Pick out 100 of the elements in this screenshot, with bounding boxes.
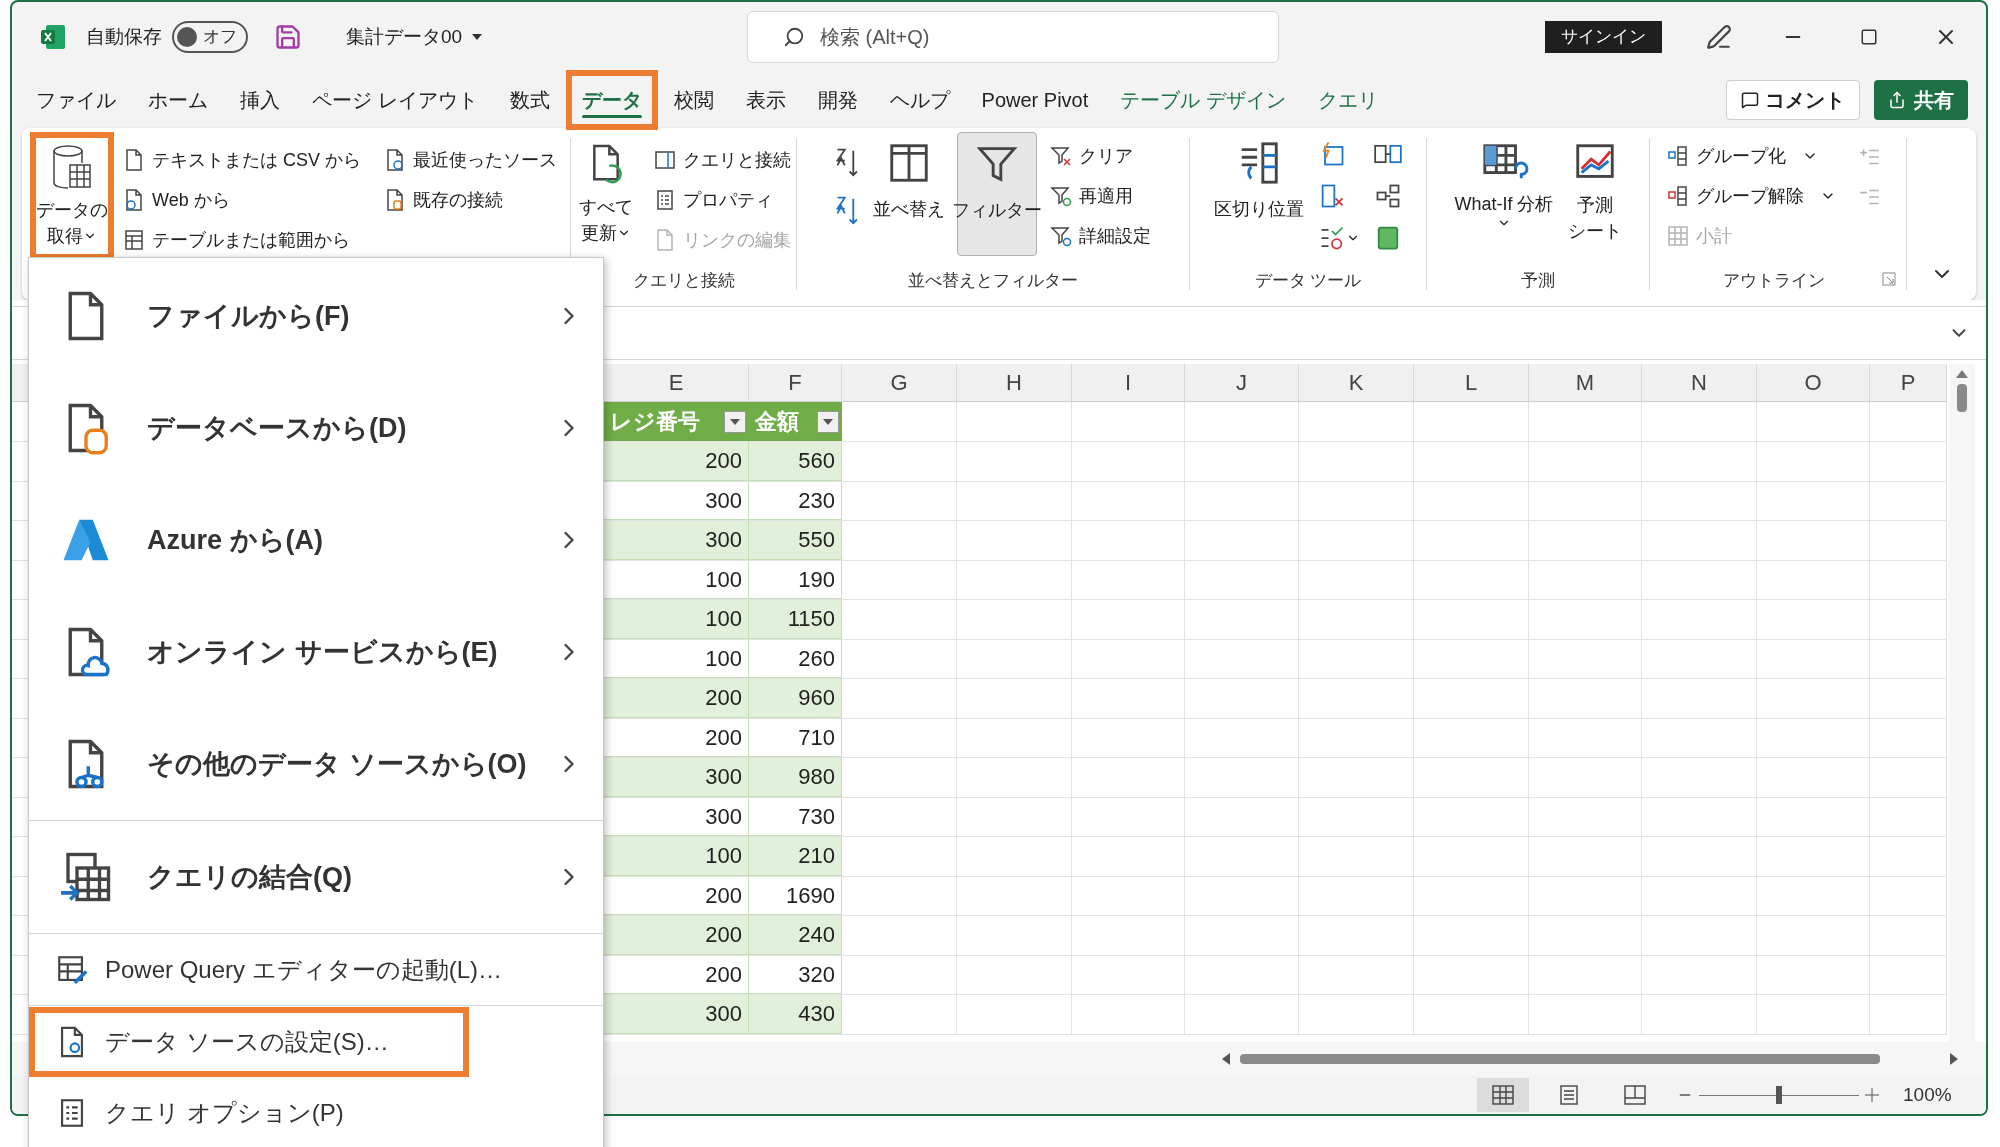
maximize-icon[interactable]	[1860, 28, 1878, 46]
refresh-all-button[interactable]: すべて 更新	[572, 132, 639, 256]
filter-dropdown-button[interactable]	[724, 410, 746, 433]
menu-item[interactable]: クエリの結合(Q)	[29, 821, 603, 933]
search-field[interactable]: 検索 (Alt+Q)	[747, 11, 1279, 63]
vertical-scrollbar[interactable]	[1949, 364, 1975, 1042]
menu-item[interactable]: ファイルから(F)	[29, 260, 603, 372]
ribbon-tab[interactable]: Power Pivot	[965, 70, 1105, 130]
menu-item[interactable]: Power Query エディターの起動(L)…	[29, 934, 603, 1005]
horizontal-scrollbar[interactable]	[1222, 1053, 1958, 1065]
table-cell: 100	[604, 837, 749, 876]
table-cell: 1150	[749, 600, 842, 639]
ribbon-command[interactable]: Web から	[118, 180, 365, 220]
scroll-thumb[interactable]	[1957, 384, 1967, 412]
column-header[interactable]: P	[1870, 364, 1947, 401]
pen-icon[interactable]	[1706, 24, 1732, 50]
table-header-cell: 金額	[749, 402, 842, 441]
ribbon-tab[interactable]: 数式	[493, 70, 566, 130]
column-header[interactable]: I	[1072, 364, 1185, 401]
ribbon-command[interactable]: グループ化	[1662, 136, 1840, 176]
menu-item[interactable]: オンライン サービスから(E)	[29, 596, 603, 708]
save-icon[interactable]	[274, 23, 302, 51]
ribbon-command[interactable]: 詳細設定	[1045, 216, 1155, 256]
menu-item[interactable]: クエリ オプション(P)	[29, 1078, 603, 1147]
column-header[interactable]: H	[957, 364, 1072, 401]
ribbon-tab[interactable]: テーブル デザイン	[1104, 70, 1302, 130]
column-header[interactable]: O	[1757, 364, 1870, 401]
ribbon-tab[interactable]: ホーム	[132, 70, 224, 130]
comment-button[interactable]: コメント	[1726, 80, 1860, 120]
ribbon-tab[interactable]: ヘルプ	[873, 70, 966, 130]
column-header[interactable]: M	[1529, 364, 1642, 401]
column-header[interactable]: J	[1185, 364, 1299, 401]
table-cell: 200	[604, 916, 749, 955]
group-label: クエリと接続	[632, 271, 735, 290]
table-cell: 300	[604, 797, 749, 836]
table-cell: 300	[604, 481, 749, 520]
column-header[interactable]: G	[842, 364, 957, 401]
sign-in-button[interactable]: サインイン	[1545, 21, 1662, 53]
what-if-analysis-button[interactable]: What-If 分析	[1454, 132, 1554, 256]
file-name-dropdown[interactable]: 集計データ00	[346, 22, 483, 52]
ribbon-command[interactable]: 再適用	[1045, 176, 1155, 216]
table-cell: 300	[604, 995, 749, 1034]
table-cell: 300	[604, 521, 749, 560]
autosave-toggle[interactable]: オフ	[172, 21, 248, 53]
ribbon-command[interactable]: クリア	[1045, 136, 1155, 176]
table-cell: 100	[604, 600, 749, 639]
table-cell: 710	[749, 718, 842, 757]
table-cell: 190	[749, 560, 842, 599]
table-cell: 240	[749, 916, 842, 955]
filter-dropdown-button[interactable]	[817, 410, 839, 433]
menu-item[interactable]: Azure から(A)	[29, 484, 603, 596]
ribbon-tab[interactable]: クエリ	[1301, 70, 1394, 130]
spreadsheet-logo-icon	[40, 24, 66, 50]
forecast-sheet-button[interactable]: 予測 シート	[1567, 132, 1622, 256]
ribbon-tab[interactable]: ファイル	[20, 70, 132, 130]
menu-item[interactable]: データ ソースの設定(S)…	[29, 1006, 469, 1077]
scroll-up-icon[interactable]	[1956, 370, 1968, 378]
table-cell: 200	[604, 955, 749, 994]
ribbon-tab[interactable]: 挿入	[224, 70, 296, 130]
scroll-right-icon[interactable]	[1950, 1053, 1958, 1065]
normal-view-icon[interactable]	[1477, 1078, 1529, 1112]
ribbon-tab[interactable]: 開発	[801, 70, 874, 130]
table-cell: 1690	[749, 876, 842, 915]
table-header-cell: レジ番号	[604, 402, 749, 441]
ribbon-command[interactable]: 既存の接続	[379, 180, 561, 220]
scroll-left-icon[interactable]	[1222, 1053, 1230, 1065]
ribbon-command[interactable]: 最近使ったソース	[379, 140, 561, 180]
share-icon	[1888, 91, 1906, 109]
column-header[interactable]: N	[1642, 364, 1757, 401]
sort-button[interactable]: 並べ替え	[869, 132, 949, 256]
ribbon-tab[interactable]: ページ レイアウト	[296, 70, 494, 130]
table-cell: 210	[749, 837, 842, 876]
group-icon	[1666, 144, 1690, 168]
column-header[interactable]: K	[1299, 364, 1414, 401]
table-cell: 100	[604, 639, 749, 678]
zoom-slider[interactable]	[1699, 1085, 1859, 1105]
group-label: 並べ替えとフィルター	[908, 271, 1078, 290]
table-cell: 260	[749, 639, 842, 678]
group-label: 予測	[1521, 271, 1555, 290]
ribbon-tab[interactable]: 表示	[729, 70, 802, 130]
ribbon-command[interactable]: テキストまたは CSV から	[118, 140, 365, 180]
column-header[interactable]: F	[749, 364, 842, 401]
relationships-icon	[1374, 182, 1402, 210]
ribbon-command[interactable]: テーブルまたは範囲から	[118, 220, 365, 260]
menu-item[interactable]: その他のデータ ソースから(O)	[29, 708, 603, 820]
share-button[interactable]: 共有	[1874, 80, 1968, 120]
table-cell: 730	[749, 797, 842, 836]
zoom-percentage[interactable]: 100%	[1903, 1080, 1952, 1110]
ribbon-tab[interactable]: 校閲	[657, 70, 730, 130]
text-to-columns-button[interactable]: 区切り位置	[1214, 132, 1304, 256]
filter-refresh-icon	[1049, 184, 1073, 208]
ribbon-command[interactable]: クエリと接続	[648, 140, 795, 180]
menu-item[interactable]: データベースから(D)	[29, 372, 603, 484]
column-header[interactable]: L	[1414, 364, 1529, 401]
dialog-launcher-icon[interactable]	[1882, 272, 1896, 286]
ribbon-tab[interactable]: データ	[565, 70, 658, 130]
ribbon-command[interactable]: グループ解除	[1662, 176, 1840, 216]
ribbon-command[interactable]: プロパティ	[648, 180, 795, 220]
filter-clear-icon	[1049, 144, 1073, 168]
scroll-thumb[interactable]	[1240, 1054, 1880, 1064]
